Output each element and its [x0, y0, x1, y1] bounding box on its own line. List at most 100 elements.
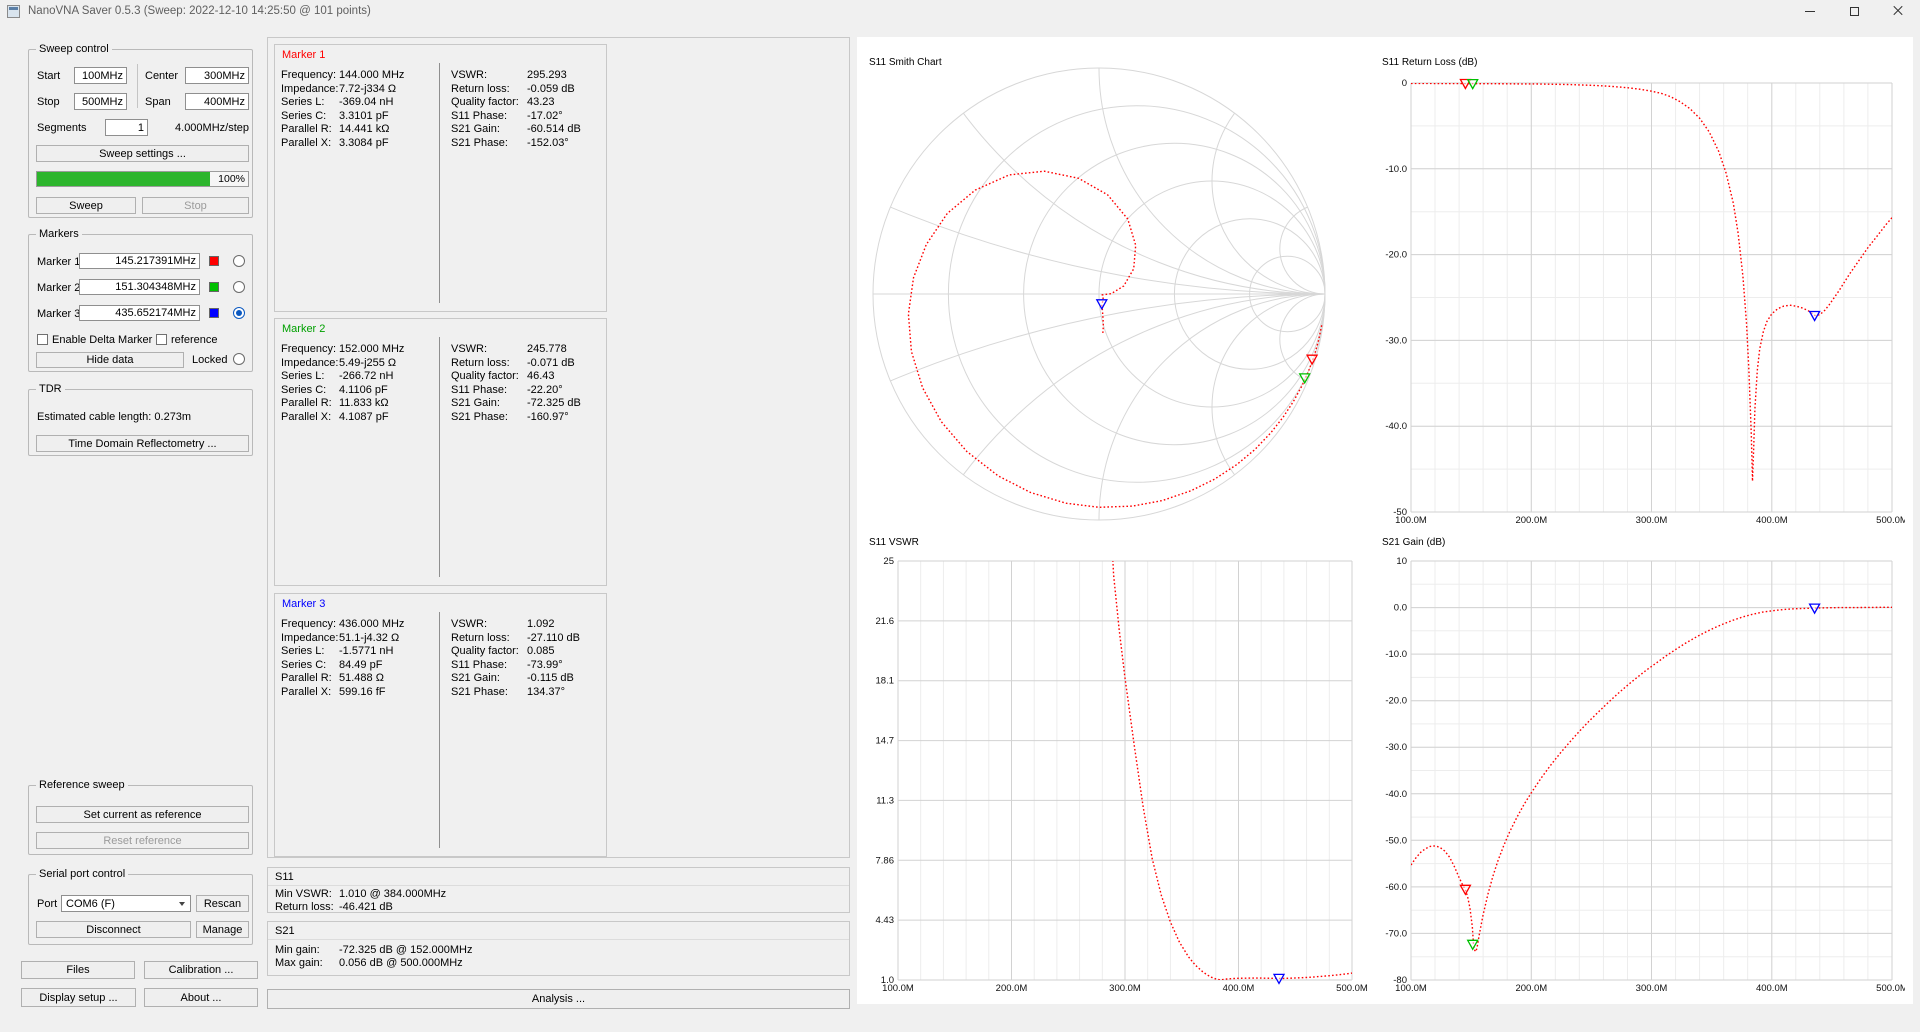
marker2-label: Marker 2 — [37, 282, 81, 294]
reset-reference-button[interactable]: Reset reference — [36, 832, 249, 849]
s21-summary-title: S21 — [275, 925, 295, 937]
span-input[interactable] — [185, 93, 249, 110]
analysis-button[interactable]: Analysis ... — [267, 989, 850, 1009]
minimize-button[interactable] — [1788, 0, 1832, 22]
marker1-label: Marker 1 — [37, 256, 81, 268]
field-value: 84.49 pF — [339, 658, 383, 671]
x-tick-label: 500.0M — [1336, 983, 1368, 994]
field-label: Series C: — [281, 109, 327, 122]
disconnect-button[interactable]: Disconnect — [36, 921, 191, 938]
stop-input[interactable] — [74, 93, 127, 110]
start-input[interactable] — [74, 67, 127, 84]
smith-chart[interactable] — [863, 54, 1335, 527]
return-loss-chart[interactable]: 100.0M 200.0M 300.0M 400.0M 500.0M0-10.0-20.… — [1376, 54, 1905, 527]
field-label: Quality factor: — [451, 96, 519, 108]
port-select[interactable]: COM6 (F) — [61, 895, 191, 912]
marker-data-row: Frequency: 436.000 MHz VSWR: 1.092 — [275, 618, 606, 632]
field-label: S21 Gain: — [451, 123, 500, 135]
app-window: NanoVNA Saver 0.5.3 (Sweep: 2022-12-10 1… — [0, 0, 1920, 1032]
display-setup-button[interactable]: Display setup ... — [21, 988, 136, 1007]
field-label: S21 Phase: — [451, 136, 508, 149]
chart-title: S21 Gain (dB) — [1382, 537, 1446, 548]
marker2-radio[interactable] — [233, 281, 245, 293]
marker3-radio[interactable] — [233, 307, 245, 319]
field-value: 599.16 fF — [339, 685, 386, 698]
stop-button[interactable]: Stop — [142, 197, 249, 214]
y-tick-label: -80 — [1393, 975, 1407, 986]
chart-title: S11 Return Loss (dB) — [1382, 57, 1478, 68]
y-tick-label: -40.0 — [1385, 789, 1407, 800]
marker3-input[interactable] — [79, 305, 200, 321]
step-size-label: 4.000MHz/step — [175, 122, 249, 134]
chart-marker — [1808, 310, 1821, 322]
marker-data-row: Parallel R: 14.441 kΩ S21 Gain: -60.514 dB — [275, 123, 606, 137]
field-label: S11 Phase: — [451, 658, 508, 671]
gain-chart[interactable]: 100.0M 200.0M 300.0M 400.0M 500.0M100.0-10.0… — [1376, 534, 1905, 1002]
center-label: Center — [145, 70, 179, 82]
y-tick-label: 18.1 — [876, 676, 895, 687]
marker2-data-box: Marker 2 Frequency: 152.000 MHz VSWR: 245.7… — [274, 318, 607, 586]
marker2-input[interactable] — [79, 279, 200, 295]
marker1-input[interactable] — [79, 253, 200, 269]
chevron-down-icon — [174, 902, 190, 906]
field-value: -27.110 dB — [527, 631, 581, 644]
locked-radio[interactable] — [233, 353, 245, 365]
marker1-radio[interactable] — [233, 255, 245, 267]
marker2-data-title: Marker 2 — [282, 323, 326, 335]
enable-delta-marker-checkbox[interactable] — [37, 334, 48, 345]
marker1-data-rows: Frequency: 144.000 MHz VSWR: 295.293 Impedan… — [275, 69, 606, 150]
field-label: Parallel R: — [281, 123, 332, 135]
field-label: Impedance: — [281, 82, 339, 95]
marker3-data-rows: Frequency: 436.000 MHz VSWR: 1.092 Impedance… — [275, 618, 606, 699]
y-tick-label: -20.0 — [1385, 696, 1407, 707]
files-button[interactable]: Files — [21, 961, 135, 979]
marker-data-row: Frequency: 144.000 MHz VSWR: 295.293 — [275, 69, 606, 83]
marker2-data-rows: Frequency: 152.000 MHz VSWR: 245.778 Impedan… — [275, 343, 606, 424]
calibration-button[interactable]: Calibration ... — [144, 961, 258, 979]
tdr-group: TDR Estimated cable length: 0.273m Time … — [28, 383, 253, 456]
marker-data-row: Parallel X: 4.1087 pF S21 Phase: -160.97° — [275, 411, 606, 425]
field-value: -160.97° — [527, 410, 569, 423]
set-reference-button[interactable]: Set current as reference — [36, 806, 249, 823]
about-button[interactable]: About ... — [144, 988, 258, 1007]
field-value: 43.23 — [527, 96, 555, 108]
vswr-chart[interactable]: 100.0M 200.0M 300.0M 400.0M 500.0M2521.618.1… — [863, 534, 1369, 1002]
hide-data-button[interactable]: Hide data — [36, 352, 184, 368]
divider — [137, 64, 138, 108]
field-value: -0.115 dB — [527, 672, 574, 684]
sweep-button[interactable]: Sweep — [36, 197, 136, 214]
y-tick-label: 4.43 — [876, 915, 895, 926]
field-label: Frequency: — [281, 618, 337, 630]
rescan-button[interactable]: Rescan — [196, 895, 249, 912]
marker3-color-swatch — [209, 308, 219, 318]
manage-button[interactable]: Manage — [196, 921, 249, 938]
maximize-icon — [1849, 6, 1859, 16]
field-value: -266.72 nH — [339, 370, 394, 382]
center-input[interactable] — [185, 67, 249, 84]
tdr-button[interactable]: Time Domain Reflectometry ... — [36, 435, 249, 452]
port-value: COM6 (F) — [66, 897, 115, 910]
serial-port-group: Serial port control Port COM6 (F) Rescan… — [28, 868, 253, 945]
field-label: VSWR: — [451, 69, 488, 81]
field-value: 0.085 — [527, 645, 555, 657]
field-value: -72.325 dB @ 152.000MHz — [339, 944, 473, 956]
segments-input[interactable] — [105, 119, 148, 136]
chart-marker — [1466, 939, 1479, 951]
reference-checkbox[interactable] — [156, 334, 167, 345]
field-value: -0.059 dB — [527, 82, 575, 95]
y-tick-label: -30.0 — [1385, 335, 1407, 346]
group-title: Reference sweep — [36, 779, 128, 791]
field-label: S11 Phase: — [451, 383, 508, 396]
sweep-settings-button[interactable]: Sweep settings ... — [36, 145, 249, 162]
field-label: Parallel X: — [281, 410, 332, 423]
field-label: VSWR: — [451, 343, 488, 355]
field-label: Return loss: — [275, 901, 334, 913]
app-icon — [7, 4, 20, 18]
field-value: 3.3084 pF — [339, 136, 389, 149]
s11-summary-title: S11 — [275, 871, 294, 883]
close-button[interactable] — [1876, 0, 1920, 22]
x-tick-label: 400.0M — [1223, 983, 1255, 994]
marker-data-row: Parallel X: 3.3084 pF S21 Phase: -152.03° — [275, 137, 606, 151]
maximize-button[interactable] — [1832, 0, 1876, 22]
x-tick-label: 400.0M — [1756, 515, 1788, 526]
